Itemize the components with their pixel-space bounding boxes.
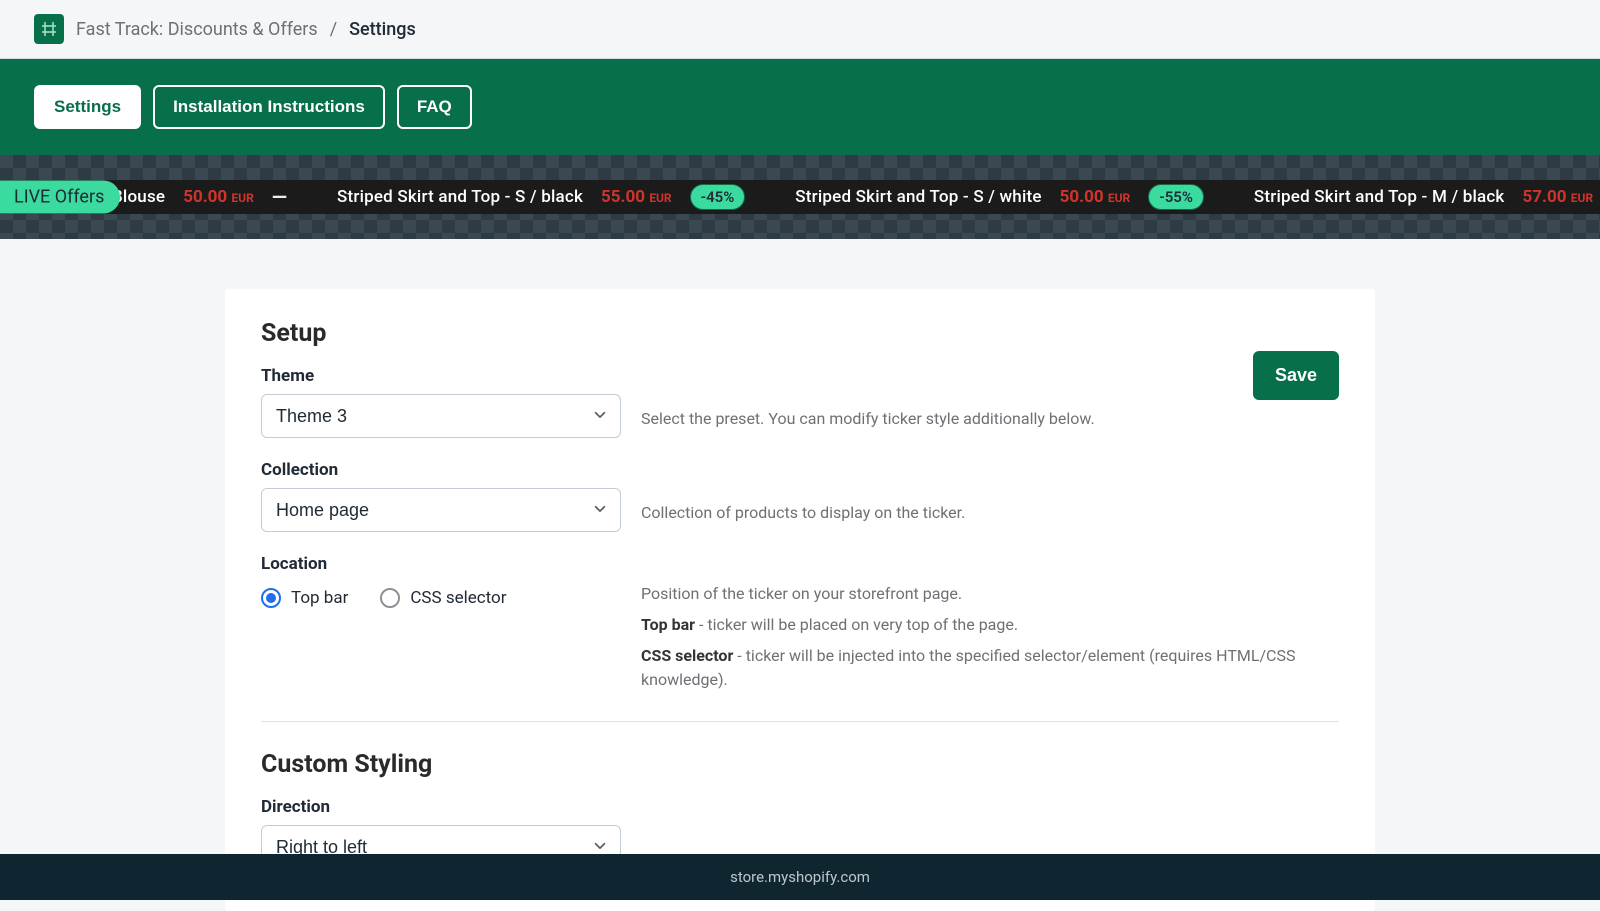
- ticker-item-price: 50.00 EUR: [1060, 187, 1131, 207]
- ticker-row: Blouse 50.00 EUR — Striped Skirt and Top…: [112, 184, 1600, 210]
- location-label: Location: [261, 554, 1339, 574]
- ticker-preview: LIVE Offers Blouse 50.00 EUR — Striped S…: [0, 155, 1600, 239]
- theme-help: Select the preset. You can modify ticker…: [641, 394, 1339, 430]
- radio-icon: [261, 588, 281, 608]
- collection-help: Collection of products to display on the…: [641, 488, 1339, 524]
- tabbar: Settings Installation Instructions FAQ: [0, 59, 1600, 155]
- ticker-item-change: -45%: [690, 184, 746, 210]
- breadcrumb-separator: /: [330, 19, 337, 40]
- location-radio-top-bar[interactable]: Top bar: [261, 588, 348, 608]
- ticker-item-name: Striped Skirt and Top - S / white: [795, 187, 1041, 207]
- ticker-logo-icon: [41, 21, 57, 37]
- divider: [261, 721, 1339, 722]
- collection-label: Collection: [261, 460, 1339, 480]
- direction-label: Direction: [261, 797, 1339, 817]
- ticker-bar: Blouse 50.00 EUR — Striped Skirt and Top…: [0, 180, 1600, 214]
- ticker-item-name: Striped Skirt and Top - S / black: [337, 187, 583, 207]
- save-button[interactable]: Save: [1253, 351, 1339, 400]
- collection-select-wrap: Home page: [261, 488, 621, 532]
- settings-card: Save Setup Theme Theme 3 Select the pres…: [225, 289, 1375, 911]
- collection-select[interactable]: Home page: [261, 488, 621, 532]
- live-offers-badge: LIVE Offers: [0, 181, 120, 214]
- theme-select[interactable]: Theme 3: [261, 394, 621, 438]
- location-radio-css-selector[interactable]: CSS selector: [380, 588, 506, 608]
- setup-heading: Setup: [261, 319, 1339, 348]
- radio-icon: [380, 588, 400, 608]
- app-logo: [34, 14, 64, 44]
- tab-faq[interactable]: FAQ: [397, 85, 472, 129]
- custom-styling-heading: Custom Styling: [261, 750, 1339, 779]
- location-radio-top-bar-label: Top bar: [291, 588, 348, 608]
- location-radio-css-selector-label: CSS selector: [410, 588, 506, 608]
- theme-select-wrap: Theme 3: [261, 394, 621, 438]
- breadcrumb-app-name[interactable]: Fast Track: Discounts & Offers: [76, 19, 318, 40]
- breadcrumb-current: Settings: [349, 19, 416, 40]
- ticker-item-name: Striped Skirt and Top - M / black: [1254, 187, 1505, 207]
- location-help: Position of the ticker on your storefron…: [641, 582, 1339, 699]
- location-radios: Top bar CSS selector: [261, 582, 621, 608]
- tab-settings[interactable]: Settings: [34, 85, 141, 129]
- ticker-item-change: —: [272, 185, 287, 209]
- ticker-item-price: 55.00 EUR: [601, 187, 672, 207]
- footer-store-url: store.myshopify.com: [0, 854, 1600, 900]
- tab-installation-instructions[interactable]: Installation Instructions: [153, 85, 385, 129]
- ticker-item-change: -55%: [1148, 184, 1204, 210]
- ticker-item-price: 50.00 EUR: [183, 187, 254, 207]
- breadcrumb: Fast Track: Discounts & Offers / Setting…: [0, 0, 1600, 59]
- ticker-item-price: 57.00 EUR: [1523, 187, 1594, 207]
- theme-label: Theme: [261, 366, 1339, 386]
